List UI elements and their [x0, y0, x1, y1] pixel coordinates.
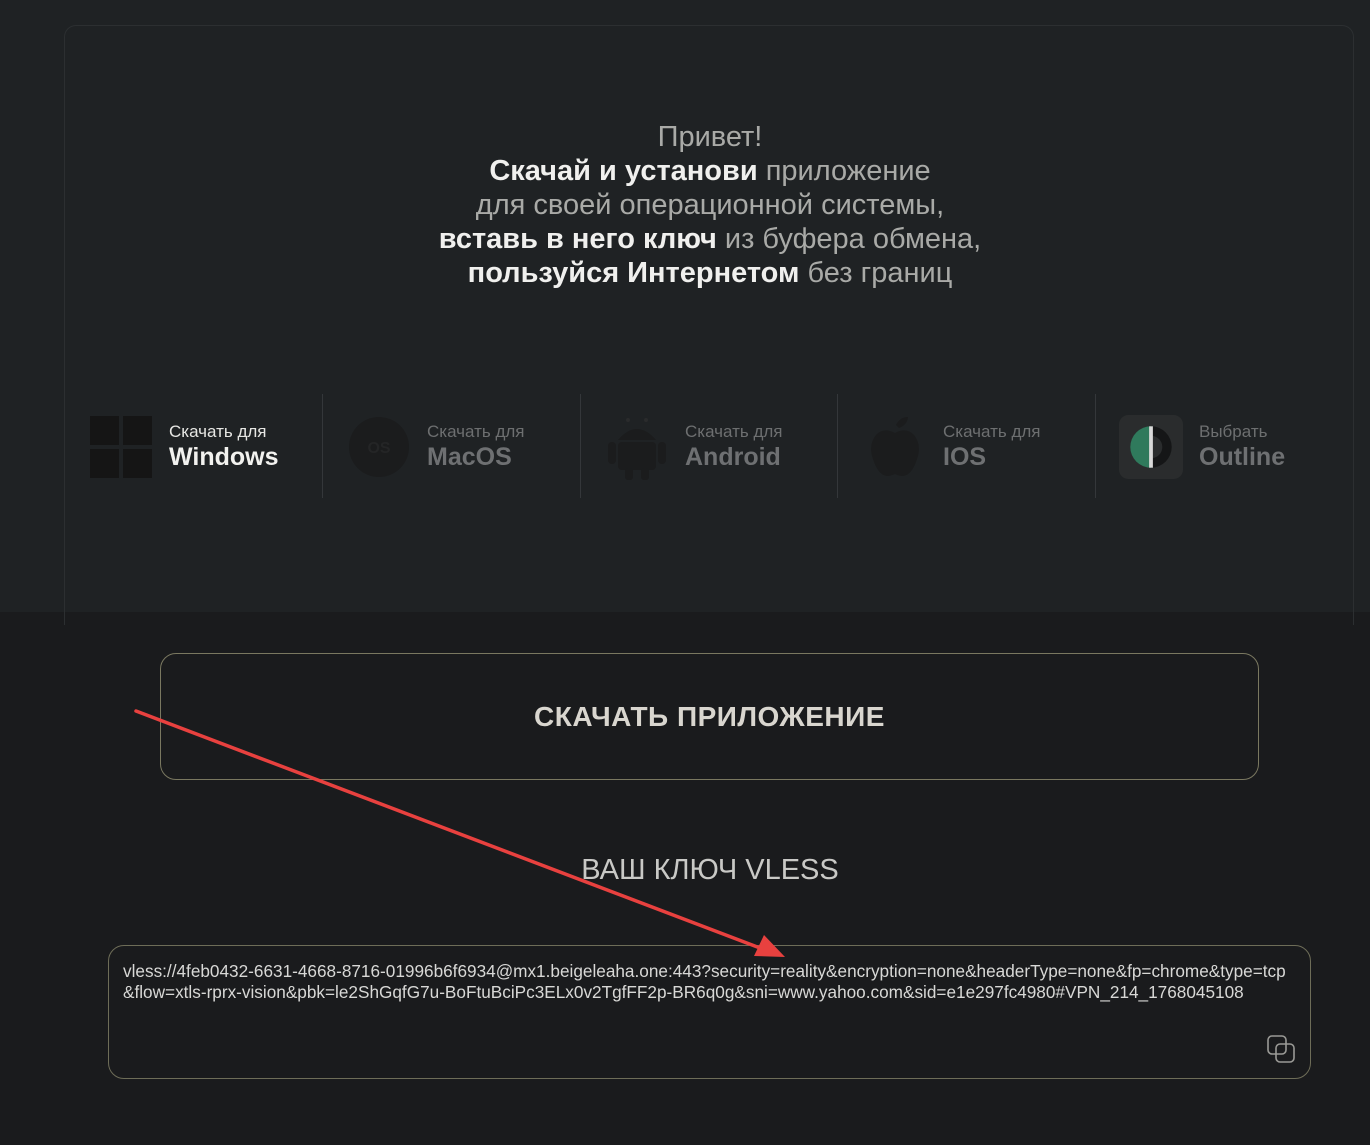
greeting-rest-clipboard: из буфера обмена, [716, 223, 982, 255]
platform-panel: Привет! Скачай и установи приложение для… [0, 0, 1370, 625]
vless-key-field[interactable]: vless://4feb0432-6631-4668-8716-01996b6f… [108, 945, 1311, 1079]
android-icon [605, 415, 669, 480]
greeting-rest-no-limits: без границ [799, 257, 953, 289]
platform-list: Скачать для Windows OS Скачать для MacOS [65, 394, 1355, 500]
platform-name: MacOS [427, 443, 512, 471]
greeting-bold-paste-key: вставь в него ключ [438, 223, 717, 255]
download-android-button[interactable]: Скачать для Android [605, 394, 838, 500]
greeting-line-5: пользуйся Интернетом без границ [0, 256, 1370, 290]
download-windows-button[interactable]: Скачать для Windows [89, 394, 322, 500]
windows-icon [89, 415, 153, 479]
greeting-rest-app: приложение [757, 155, 931, 187]
download-ios-button[interactable]: Скачать для IOS [863, 394, 1096, 500]
apple-icon [863, 415, 927, 479]
download-app-button[interactable]: СКАЧАТЬ ПРИЛОЖЕНИЕ [160, 653, 1259, 780]
platform-name: Outline [1199, 443, 1286, 471]
greeting-line-4: вставь в него ключ из буфера обмена, [0, 222, 1370, 256]
greeting-line-2: Скачай и установи приложение [0, 154, 1370, 188]
platform-caption: Скачать для [943, 422, 1041, 441]
platform-card [64, 25, 1354, 625]
svg-text:OS: OS [367, 440, 390, 457]
greeting-bold-download: Скачай и установи [489, 155, 758, 187]
choose-outline-button[interactable]: Выбрать Outline [1119, 394, 1349, 500]
greeting-bold-use-internet: пользуйся Интернетом [467, 257, 800, 289]
platform-caption: Выбрать [1199, 422, 1268, 441]
platform-caption: Скачать для [427, 422, 525, 441]
platform-caption: Скачать для [169, 422, 267, 441]
greeting-text: Привет! Скачай и установи приложение для… [0, 120, 1370, 290]
greeting-line-3: для своей операционной системы, [475, 189, 945, 221]
copy-icon[interactable] [1266, 1034, 1296, 1064]
macos-icon: OS [347, 415, 411, 479]
platform-name: Android [685, 443, 781, 471]
platform-name: IOS [943, 443, 987, 471]
platform-caption: Скачать для [685, 422, 783, 441]
platform-name: Windows [169, 443, 279, 471]
greeting-line-1: Привет! [657, 121, 763, 153]
vless-key-title: ВАШ КЛЮЧ VLESS [581, 854, 839, 886]
vless-key-value[interactable]: vless://4feb0432-6631-4668-8716-01996b6f… [123, 961, 1294, 1002]
download-macos-button[interactable]: OS Скачать для MacOS [347, 394, 580, 500]
outline-icon [1119, 415, 1183, 479]
